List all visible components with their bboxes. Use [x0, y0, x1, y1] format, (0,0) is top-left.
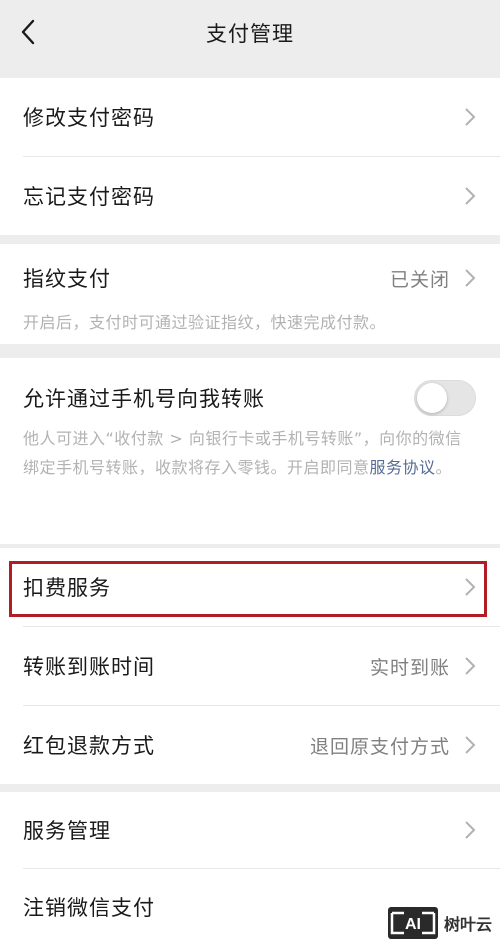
chevron-right-icon: [465, 108, 476, 126]
page-title: 支付管理: [206, 22, 294, 46]
red-packet-refund-label: 红包退款方式: [23, 734, 155, 758]
phone-transfer-group: 允许通过手机号向我转账 他人可进入“收付款 > 向银行卡或手机号转账”，向你的微…: [0, 358, 500, 544]
change-password-row[interactable]: 修改支付密码: [0, 78, 500, 156]
fingerprint-pay-row[interactable]: 指纹支付 已关闭: [0, 244, 500, 308]
service-management-row[interactable]: 服务管理: [0, 792, 500, 868]
transfer-time-label: 转账到账时间: [23, 655, 155, 679]
navigation-bar: 支付管理: [0, 0, 500, 66]
chevron-right-icon: [465, 269, 476, 287]
toggle-knob: [417, 383, 447, 413]
deduction-service-row[interactable]: 扣费服务: [0, 548, 500, 626]
red-packet-refund-row[interactable]: 红包退款方式 退回原支付方式: [0, 706, 500, 784]
transfer-time-row[interactable]: 转账到账时间 实时到账: [0, 627, 500, 705]
chevron-right-icon: [465, 578, 476, 596]
chevron-right-icon: [465, 736, 476, 754]
chevron-right-icon: [465, 187, 476, 205]
fingerprint-group: 指纹支付 已关闭 开启后，支付时可通过验证指纹，快速完成付款。: [0, 244, 500, 344]
phone-transfer-toggle[interactable]: [414, 380, 476, 416]
description-end: 。: [435, 458, 453, 477]
watermark-logo: AI: [387, 907, 438, 939]
services-group: 扣费服务 转账到账时间 实时到账 红包退款方式 退回原支付方式: [0, 548, 500, 784]
fingerprint-description: 开启后，支付时可通过验证指纹，快速完成付款。: [23, 313, 387, 332]
ai-logo-icon: AI: [390, 911, 436, 935]
deactivate-wechat-pay-label: 注销微信支付: [23, 896, 155, 920]
password-group: 修改支付密码 忘记支付密码: [0, 78, 500, 235]
phone-transfer-label: 允许通过手机号向我转账: [23, 387, 265, 411]
forgot-password-row[interactable]: 忘记支付密码: [0, 157, 500, 235]
watermark: AI 树叶云: [387, 907, 492, 939]
forgot-password-label: 忘记支付密码: [23, 185, 155, 209]
deduction-service-label: 扣费服务: [23, 576, 111, 600]
red-packet-refund-value: 退回原支付方式: [309, 735, 450, 758]
fingerprint-pay-label: 指纹支付: [23, 267, 111, 291]
watermark-logo-text: AI: [405, 916, 421, 933]
chevron-right-icon: [465, 657, 476, 675]
phone-transfer-row: 允许通过手机号向我转账: [0, 358, 500, 438]
change-password-label: 修改支付密码: [23, 106, 155, 130]
watermark-text: 树叶云: [443, 915, 492, 934]
service-agreement-link[interactable]: 服务协议: [370, 458, 436, 477]
fingerprint-pay-status: 已关闭: [389, 268, 450, 291]
transfer-time-value: 实时到账: [369, 656, 450, 679]
chevron-right-icon: [465, 821, 476, 839]
service-management-label: 服务管理: [23, 819, 111, 843]
